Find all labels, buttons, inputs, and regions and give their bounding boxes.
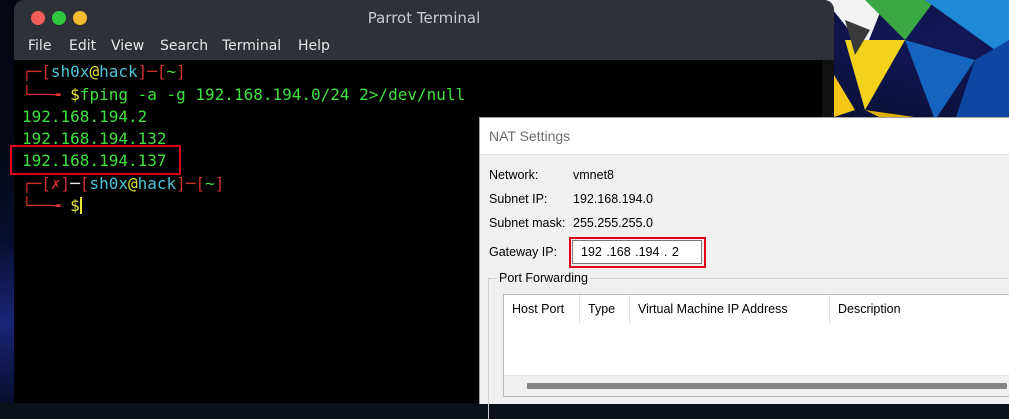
port-forwarding-label: Port Forwarding xyxy=(497,271,590,285)
prompt-dir: ~ xyxy=(166,62,177,81)
prompt-dollar: $ xyxy=(70,196,80,215)
prompt-corner: ┌─ xyxy=(22,174,42,193)
column-host-port[interactable]: Host Port xyxy=(504,295,580,323)
prompt-dollar: $ xyxy=(70,85,80,104)
menu-file[interactable]: File xyxy=(28,38,51,54)
prompt-user: sh0x xyxy=(50,62,90,81)
error-mark: ✗ xyxy=(50,174,61,193)
prompt-corner: ┌─ xyxy=(22,62,42,81)
prompt-at: @ xyxy=(128,174,138,193)
nat-titlebar[interactable]: NAT Settings xyxy=(480,118,1009,155)
menu-help[interactable]: Help xyxy=(298,38,330,54)
prompt-line-2: ┌─[✗]─[sh0x@hack]─[~] xyxy=(22,174,224,193)
output-line: 192.168.194.2 xyxy=(22,107,148,126)
prompt-user: sh0x xyxy=(89,174,128,193)
prompt-dash: ─ xyxy=(185,174,196,193)
gateway-ip-label: Gateway IP: xyxy=(489,245,558,259)
nat-settings-dialog[interactable]: NAT Settings Network: vmnet8 Subnet IP: … xyxy=(479,117,1009,419)
prompt-bracket: ] xyxy=(137,62,148,81)
scrollbar-thumb[interactable] xyxy=(527,383,1007,389)
prompt-bracket: [ xyxy=(41,174,51,193)
prompt-input-line[interactable]: └──╼ $ xyxy=(22,196,82,215)
subnet-ip-label: Subnet IP: xyxy=(489,192,548,206)
prompt-corner: └──╼ xyxy=(22,196,71,215)
port-forwarding-table[interactable]: Host Port Type Virtual Machine IP Addres… xyxy=(503,294,1009,397)
prompt-line-1: ┌─[sh0x@hack]─[~] xyxy=(22,62,186,81)
prompt-corner: └──╼ xyxy=(22,85,71,104)
menu-search[interactable]: Search xyxy=(160,38,208,54)
column-vm-ip[interactable]: Virtual Machine IP Address xyxy=(630,295,830,323)
prompt-host: hack xyxy=(99,62,138,81)
prompt-bracket: ] xyxy=(176,174,186,193)
prompt-bracket: [ xyxy=(156,62,167,81)
command-line: └──╼ $fping -a -g 192.168.194.0/24 2>/de… xyxy=(22,85,465,104)
gateway-highlight-box xyxy=(569,237,706,268)
nat-title: NAT Settings xyxy=(489,128,571,144)
prompt-at: @ xyxy=(89,62,100,81)
network-value: vmnet8 xyxy=(573,168,614,182)
prompt-bracket: ] xyxy=(176,62,186,81)
menu-terminal[interactable]: Terminal xyxy=(222,38,281,54)
ip-highlight-box xyxy=(10,145,181,175)
menu-view[interactable]: View xyxy=(111,38,144,54)
subnet-mask-value: 255.255.255.0 xyxy=(573,216,653,230)
table-horizontal-scrollbar[interactable] xyxy=(504,375,1009,396)
prompt-bracket: ] xyxy=(214,174,225,193)
prompt-bracket: ] xyxy=(60,174,71,193)
prompt-bracket: [ xyxy=(195,174,206,193)
menu-edit[interactable]: Edit xyxy=(69,38,96,54)
prompt-bracket: [ xyxy=(41,62,51,81)
terminal-title: Parrot Terminal xyxy=(367,9,481,27)
column-type[interactable]: Type xyxy=(580,295,630,323)
parrot-logo-icon xyxy=(825,0,1009,120)
text-cursor xyxy=(79,197,82,214)
terminal-titlebar[interactable]: Parrot Terminal xyxy=(14,0,834,36)
prompt-host: hack xyxy=(137,174,177,193)
subnet-mask-label: Subnet mask: xyxy=(489,216,566,230)
subnet-ip-value: 192.168.194.0 xyxy=(573,192,653,206)
network-label: Network: xyxy=(489,168,539,182)
column-description[interactable]: Description xyxy=(830,295,1009,323)
prompt-dir: ~ xyxy=(205,174,215,193)
command-text: fping -a -g 192.168.194.0/24 2>/dev/null xyxy=(79,85,466,104)
prompt-dash: ─ xyxy=(70,174,80,193)
terminal-menubar: File Edit View Search Terminal Help xyxy=(14,36,834,60)
prompt-dash: ─ xyxy=(147,62,157,81)
